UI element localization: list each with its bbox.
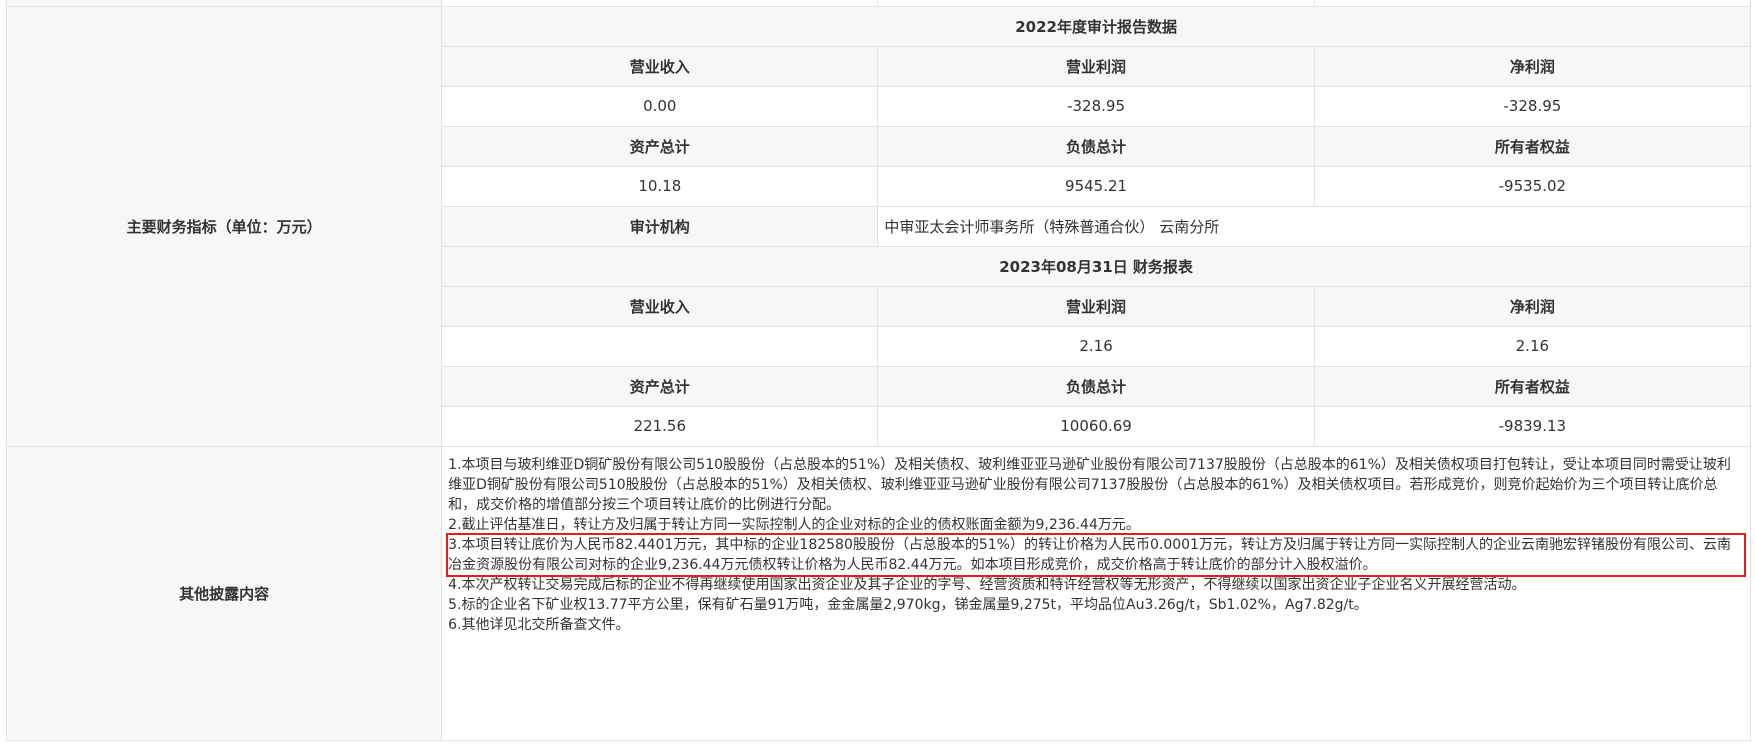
header-operating-profit: 营业利润 [877,285,1315,327]
header-revenue: 营业收入 [441,285,879,327]
disclosure-item-3-highlighted: 3.本项目转让底价为人民币82.4401万元，其中标的企业182580股股份（占… [446,532,1746,577]
financial-indicators-label: 主要财务指标（单位：万元） [5,5,443,447]
header-total-liabilities: 负债总计 [877,125,1315,167]
header-owner-equity: 所有者权益 [1313,365,1752,407]
header-total-liabilities: 负债总计 [877,365,1315,407]
project-info-table: 主要财务指标（单位：万元） 2022年度审计报告数据 营业收入 营业利润 净利润… [5,0,1752,741]
value-revenue: 0.00 [441,85,879,127]
header-net-profit: 净利润 [1313,285,1752,327]
value-owner-equity: -9839.13 [1313,405,1752,447]
value-operating-profit: 2.16 [877,325,1315,367]
value-net-profit: -328.95 [1313,85,1752,127]
value-owner-equity: -9535.02 [1313,165,1752,207]
disclosure-row: 其他披露内容 1.本项目与玻利维亚D铜矿股份有限公司510股股份（占总股本的51… [5,445,1751,741]
audit-2022-title-row: 主要财务指标（单位：万元） 2022年度审计报告数据 [5,5,1751,447]
audit-2022-title: 2022年度审计报告数据 [441,5,1751,47]
header-owner-equity: 所有者权益 [1313,125,1752,167]
disclosure-item-6: 6.其他详见北交所备查文件。 [448,616,630,633]
value-net-profit: 2.16 [1313,325,1752,367]
value-total-liabilities: 10060.69 [877,405,1315,447]
disclosure-item-2: 2.截止评估基准日，转让方及归属于转让方同一实际控制人的企业对标的企业的债权账面… [448,516,1140,533]
header-net-profit: 净利润 [1313,45,1752,87]
disclosure-item-4: 4.本次产权转让交易完成后标的企业不得再继续使用国家出资企业及其子企业的字号、经… [448,576,1526,593]
disclosure-content: 1.本项目与玻利维亚D铜矿股份有限公司510股股份（占总股本的51%）及相关债权… [441,445,1751,741]
report-2023-title: 2023年08月31日 财务报表 [441,245,1751,287]
value-revenue [441,325,879,367]
disclosure-item-1: 1.本项目与玻利维亚D铜矿股份有限公司510股股份（占总股本的51%）及相关债权… [448,456,1731,513]
header-total-assets: 资产总计 [441,365,879,407]
header-total-assets: 资产总计 [441,125,879,167]
auditor-value: 中审亚太会计师事务所（特殊普通合伙） 云南分所 [877,205,1751,247]
value-total-liabilities: 9545.21 [877,165,1315,207]
disclosure-label: 其他披露内容 [5,445,443,741]
page: 主要财务指标（单位：万元） 2022年度审计报告数据 营业收入 营业利润 净利润… [0,0,1755,748]
disclosure-item-5: 5.标的企业名下矿业权13.77平方公里，保有矿石量91万吨，金金属量2,970… [448,596,1368,613]
value-operating-profit: -328.95 [877,85,1315,127]
header-operating-profit: 营业利润 [877,45,1315,87]
header-revenue: 营业收入 [441,45,879,87]
auditor-label: 审计机构 [441,205,879,247]
value-total-assets: 10.18 [441,165,879,207]
value-total-assets: 221.56 [441,405,879,447]
